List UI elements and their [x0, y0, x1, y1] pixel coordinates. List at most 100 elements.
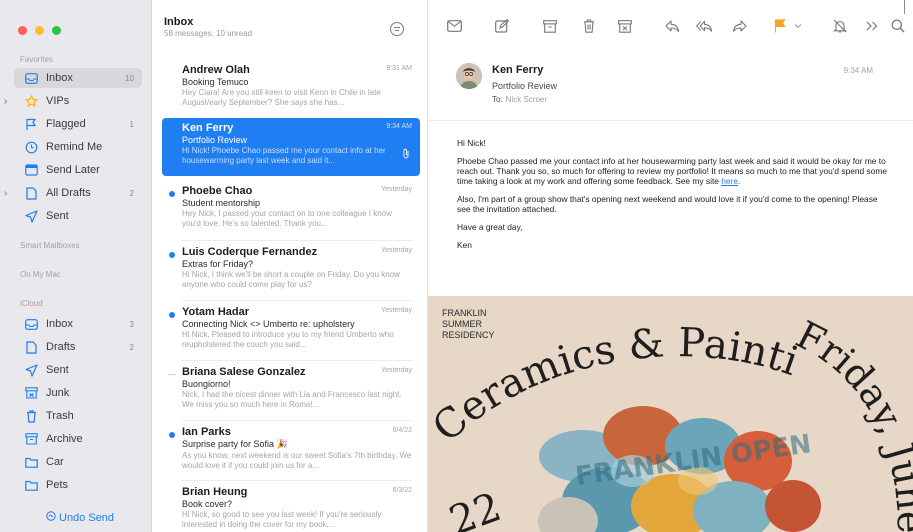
message-item[interactable]: Ian Parks 6/4/22 Surprise party for Sofi… [162, 422, 420, 480]
message-subject: Connecting Nick <> Umberto re: upholster… [182, 319, 355, 329]
message-item[interactable]: Luis Coderque Fernandez Yesterday Extras… [162, 242, 420, 300]
unread-count: 3 [129, 319, 134, 329]
message-subject: Book cover? [182, 499, 233, 509]
paperplane-icon [24, 209, 38, 223]
message-preview: Nick, I had the nicest dinner with Lia a… [182, 390, 402, 409]
zoom-window-button[interactable] [52, 26, 61, 35]
message-item-selected[interactable]: Ken Ferry 9:34 AM Portfolio Review Hi Ni… [162, 118, 420, 176]
message-item[interactable]: Brian Heung 6/3/22 Book cover? Hi Nick, … [162, 482, 420, 532]
star-icon [24, 94, 38, 108]
sidebar-item-all-drafts[interactable]: › All Drafts 2 [4, 183, 142, 203]
divider [182, 300, 412, 301]
sidebar-item-label: Junk [46, 387, 70, 399]
sidebar-item-vips[interactable]: › VIPs [4, 91, 142, 111]
message-sender: Brian Heung [182, 486, 248, 498]
reply-all-icon[interactable] [696, 18, 712, 34]
message-from[interactable]: Ken Ferry [492, 64, 543, 76]
poster-line: FRANKLIN [442, 308, 487, 318]
poster-line: SUMMER [442, 319, 482, 329]
minimize-window-button[interactable] [35, 26, 44, 35]
compose-icon[interactable] [494, 18, 510, 34]
undo-icon [46, 511, 56, 524]
sidebar-item-icloud-sent[interactable]: Sent [14, 360, 142, 380]
unread-dot-icon [169, 432, 175, 438]
message-sender: Ken Ferry [182, 122, 234, 134]
search-icon[interactable] [890, 18, 906, 34]
window-resize-handle[interactable] [904, 0, 905, 14]
message-item[interactable]: Phoebe Chao Yesterday Student mentorship… [162, 181, 420, 239]
flag-icon [24, 117, 38, 131]
sidebar-item-label: All Drafts [46, 187, 91, 199]
mailbox-subtitle: 58 messages, 10 unread [164, 29, 253, 38]
invitation-image[interactable]: Ceramics & Painting Friday, June 22 FR [428, 296, 913, 532]
clock-icon [24, 140, 38, 154]
message-subject: Surprise party for Sofia 🎉 [182, 439, 288, 449]
sidebar-item-icloud-drafts[interactable]: Drafts 2 [14, 337, 142, 357]
chevron-down-icon[interactable] [790, 18, 806, 34]
sidebar-item-icloud-inbox[interactable]: Inbox 3 [14, 314, 142, 334]
undo-send-button[interactable]: Undo Send [46, 511, 114, 524]
message-subject: Extras for Friday? [182, 259, 254, 269]
sidebar-item-car[interactable]: Car [14, 452, 142, 472]
sidebar-item-label: Car [46, 456, 64, 468]
flag-icon[interactable] [772, 18, 788, 34]
message-item[interactable]: — Briana Salese Gonzalez Yesterday Buong… [162, 362, 420, 420]
message-list: Inbox 58 messages, 10 unread Andrew Olah… [152, 0, 428, 532]
message-subject-header: Portfolio Review [492, 81, 558, 91]
message-item[interactable]: Andrew Olah 9:31 AM Booking Temuco Hey C… [162, 60, 420, 118]
sidebar-item-sent[interactable]: Sent [14, 206, 142, 226]
sidebar-item-label: Send Later [46, 164, 100, 176]
sidebar-item-remind-me[interactable]: Remind Me [14, 137, 142, 157]
message-preview: Hi Nick! Phoebe Chao passed me your cont… [182, 146, 386, 165]
more-icon[interactable] [864, 18, 880, 34]
message-subject: Student mentorship [182, 198, 261, 208]
forward-icon[interactable] [732, 18, 748, 34]
message-item[interactable]: Yotam Hadar Yesterday Connecting Nick <>… [162, 302, 420, 360]
sidebar: Favorites Inbox 10 › VIPs Flagged 1 Remi… [0, 0, 152, 532]
sidebar-item-flagged[interactable]: Flagged 1 [14, 114, 142, 134]
message-date: 9:31 AM [386, 65, 412, 72]
poster-artwork: Ceramics & Painting Friday, June 22 FR [428, 296, 913, 532]
folder-icon [24, 478, 38, 492]
unread-count: 2 [129, 342, 134, 352]
envelope-icon[interactable] [446, 18, 462, 34]
sidebar-item-icloud-trash[interactable]: Trash [14, 406, 142, 426]
sidebar-item-icloud-archive[interactable]: Archive [14, 429, 142, 449]
junk-icon [24, 386, 38, 400]
divider [182, 360, 412, 361]
closing: Have a great day, [457, 222, 523, 232]
message-sender: Yotam Hadar [182, 306, 250, 318]
sidebar-item-inbox[interactable]: Inbox 10 [14, 68, 142, 88]
reply-icon[interactable] [664, 18, 680, 34]
mute-icon[interactable] [832, 18, 848, 34]
message-sender: Phoebe Chao [182, 185, 253, 197]
folder-icon [24, 455, 38, 469]
mailbox-title: Inbox [164, 16, 194, 28]
archive-icon[interactable] [542, 18, 558, 34]
junk-icon[interactable] [617, 18, 633, 34]
calendar-icon [24, 163, 38, 177]
trash-icon [24, 409, 38, 423]
unread-count: 1 [129, 119, 134, 129]
body-text: Phoebe Chao passed me your contact info … [457, 156, 888, 186]
close-window-button[interactable] [18, 26, 27, 35]
sidebar-item-label: Inbox [46, 318, 73, 330]
message-body: Hi Nick! Phoebe Chao passed me your cont… [457, 138, 889, 258]
trash-icon[interactable] [581, 18, 597, 34]
disclosure-chevron-icon[interactable]: › [4, 188, 7, 199]
doc-icon [24, 186, 38, 200]
sidebar-item-send-later[interactable]: Send Later [14, 160, 142, 180]
message-date: 9:34 AM [386, 123, 412, 130]
poster-line: RESIDENCY [442, 330, 495, 340]
site-link[interactable]: here [721, 176, 738, 186]
divider [182, 480, 412, 481]
sidebar-item-pets[interactable]: Pets [14, 475, 142, 495]
sidebar-item-icloud-junk[interactable]: Junk [14, 383, 142, 403]
inbox-icon [24, 317, 38, 331]
sidebar-item-label: Trash [46, 410, 74, 422]
archive-icon [24, 432, 38, 446]
disclosure-chevron-icon[interactable]: › [4, 96, 7, 107]
body-text-end: . [738, 176, 741, 186]
recipient-name[interactable]: Nick Scroer [506, 95, 547, 104]
filter-button[interactable] [390, 22, 404, 36]
